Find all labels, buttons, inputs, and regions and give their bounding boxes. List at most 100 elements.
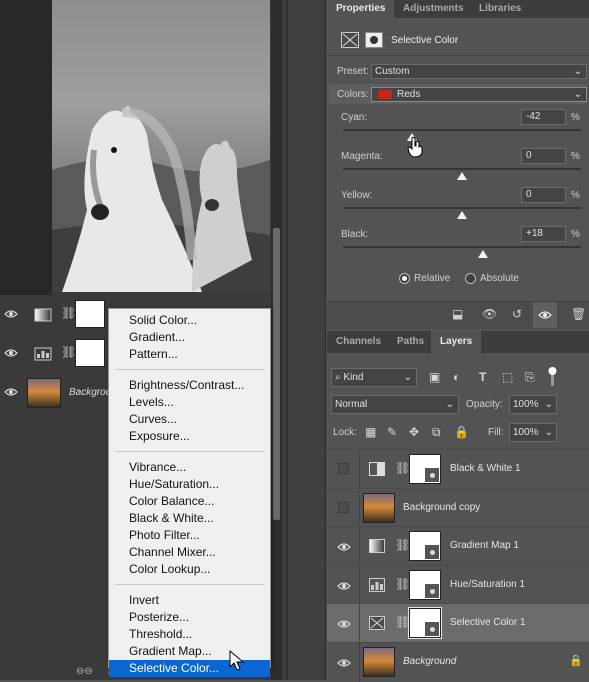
menu-item[interactable]: Invert xyxy=(109,592,270,609)
layer-row[interactable]: Background 🔒 xyxy=(327,641,589,682)
slider-value-field[interactable]: +18 xyxy=(521,226,566,242)
relative-radio[interactable] xyxy=(399,273,410,284)
colors-dropdown[interactable]: Reds ⌄ xyxy=(371,87,587,102)
adjustment-filter-icon[interactable]: ◐ xyxy=(453,370,460,384)
tab-paths[interactable]: Paths xyxy=(388,331,433,353)
eye-icon[interactable] xyxy=(538,310,552,323)
tab-libraries[interactable]: Libraries xyxy=(470,0,530,18)
menu-item[interactable]: Vibrance... xyxy=(109,459,270,476)
preset-dropdown[interactable]: Custom ⌄ xyxy=(371,64,587,79)
clip-to-layer-icon[interactable]: ⬓ xyxy=(452,307,463,321)
menu-item[interactable]: Photo Filter... xyxy=(109,527,270,544)
menu-item[interactable]: Posterize... xyxy=(109,609,270,626)
menu-item[interactable]: Color Lookup... xyxy=(109,561,270,578)
layer-row[interactable]: ⛓ Gradient Map 1 xyxy=(327,526,589,566)
menu-item[interactable]: Black & White... xyxy=(109,510,270,527)
left-layer-row-gradient[interactable]: ⛓ xyxy=(0,296,110,334)
layer-mask-thumbnail[interactable] xyxy=(408,607,442,639)
view-previous-icon[interactable]: 👁 xyxy=(482,307,497,321)
eye-icon[interactable] xyxy=(4,387,18,400)
blend-mode-dropdown[interactable]: Normal ⌄ xyxy=(331,395,459,414)
slider-track[interactable] xyxy=(343,129,581,131)
slider-track[interactable] xyxy=(343,168,581,170)
layer-photo-thumbnail[interactable] xyxy=(363,646,395,677)
eye-icon[interactable] xyxy=(337,581,351,594)
layer-photo-thumbnail[interactable] xyxy=(363,492,395,523)
opacity-field[interactable]: 100% ⌄ xyxy=(509,395,557,414)
menu-item[interactable]: Hue/Saturation... xyxy=(109,476,270,493)
visibility-column[interactable] xyxy=(327,604,360,643)
absolute-radio[interactable] xyxy=(465,273,476,284)
layer-row[interactable]: ⛓ Selective Color 1 xyxy=(327,603,589,643)
menu-item[interactable]: Brightness/Contrast... xyxy=(109,377,270,394)
menu-item[interactable]: Exposure... xyxy=(109,428,270,445)
chain-link-icon[interactable]: ⛓ xyxy=(61,306,76,320)
left-scrollbar-thumb[interactable] xyxy=(273,228,280,520)
slider-value-field[interactable]: -42 xyxy=(521,109,566,125)
tab-channels[interactable]: Channels xyxy=(327,331,390,353)
lock-all-icon[interactable]: 🔒 xyxy=(454,425,469,439)
fill-field[interactable]: 100% ⌄ xyxy=(509,423,557,442)
image-filter-icon[interactable]: ▣ xyxy=(429,370,440,384)
chain-link-icon[interactable]: ⛓ xyxy=(395,538,410,552)
reset-icon[interactable]: ↺ xyxy=(512,307,522,321)
lock-artboard-icon[interactable]: ⧉ xyxy=(432,425,441,440)
visibility-column[interactable] xyxy=(327,565,360,605)
menu-item[interactable]: Levels... xyxy=(109,394,270,411)
slider-value-field[interactable]: 0 xyxy=(521,148,566,164)
eye-icon[interactable] xyxy=(4,348,18,361)
shape-filter-icon[interactable]: ⬚ xyxy=(502,370,513,384)
eye-icon[interactable] xyxy=(337,542,351,555)
visibility-column[interactable] xyxy=(327,527,360,566)
slider-value-field[interactable]: 0 xyxy=(521,187,566,203)
link-layers-icon[interactable]: ⊖⊖ xyxy=(76,666,93,677)
menu-item[interactable]: Solid Color... xyxy=(109,312,270,329)
layer-row[interactable]: Background copy xyxy=(327,487,589,528)
visibility-box[interactable] xyxy=(338,463,349,474)
type-filter-icon[interactable]: T xyxy=(479,370,486,384)
tab-properties[interactable]: Properties xyxy=(327,0,395,18)
chain-link-icon[interactable]: ⛓ xyxy=(395,615,410,629)
visibility-column[interactable] xyxy=(327,488,360,528)
tab-layers[interactable]: Layers xyxy=(431,331,482,353)
slider-knob[interactable] xyxy=(457,172,467,180)
background-thumbnail[interactable] xyxy=(27,378,61,408)
menu-item[interactable]: Curves... xyxy=(109,411,270,428)
left-layer-row-background[interactable]: Backgroun xyxy=(0,374,117,412)
layer-mask-thumbnail[interactable] xyxy=(75,339,105,367)
menu-item[interactable]: Channel Mixer... xyxy=(109,544,270,561)
chain-link-icon[interactable]: ⛓ xyxy=(395,461,410,475)
eye-icon[interactable] xyxy=(337,658,351,671)
filter-toggle-icon[interactable] xyxy=(548,366,557,388)
canvas-image[interactable] xyxy=(52,0,270,292)
visibility-column[interactable] xyxy=(327,450,360,489)
smart-object-filter-icon[interactable]: ⎘ xyxy=(525,370,535,385)
slider-knob[interactable] xyxy=(478,250,489,258)
layer-mask-thumbnail[interactable] xyxy=(409,454,441,484)
visibility-column[interactable] xyxy=(327,642,360,682)
layer-mask-thumbnail[interactable] xyxy=(75,300,105,328)
lock-position-icon[interactable]: ✥ xyxy=(409,425,419,439)
visibility-box[interactable] xyxy=(338,501,349,513)
layer-row[interactable]: ⛓ Black & White 1 xyxy=(327,449,589,489)
tab-adjustments[interactable]: Adjustments xyxy=(394,0,473,18)
menu-item[interactable]: Threshold... xyxy=(109,626,270,643)
eye-icon[interactable] xyxy=(4,309,18,322)
layer-mask-thumbnail[interactable] xyxy=(409,531,441,561)
left-layer-row-hue[interactable]: ⛓ xyxy=(0,335,110,373)
trash-icon[interactable]: 🗑 xyxy=(571,307,586,321)
chain-link-icon[interactable]: ⛓ xyxy=(61,345,76,359)
slider-track[interactable] xyxy=(343,246,581,248)
menu-item[interactable]: Color Balance... xyxy=(109,493,270,510)
mask-icon[interactable] xyxy=(365,32,383,51)
eye-icon[interactable] xyxy=(337,619,351,632)
filter-kind-dropdown[interactable]: ⌕ Kind ⌄ xyxy=(331,368,417,387)
layer-row[interactable]: ⛓ Hue/Saturation 1 xyxy=(327,564,589,605)
slider-knob[interactable] xyxy=(457,211,467,219)
menu-item[interactable]: Gradient... xyxy=(109,329,270,346)
slider-track[interactable] xyxy=(343,207,581,209)
lock-brush-icon[interactable]: ✎ xyxy=(387,425,397,439)
layer-mask-thumbnail[interactable] xyxy=(409,569,441,600)
menu-item[interactable]: Pattern... xyxy=(109,346,270,363)
chain-link-icon[interactable]: ⛓ xyxy=(395,577,410,591)
